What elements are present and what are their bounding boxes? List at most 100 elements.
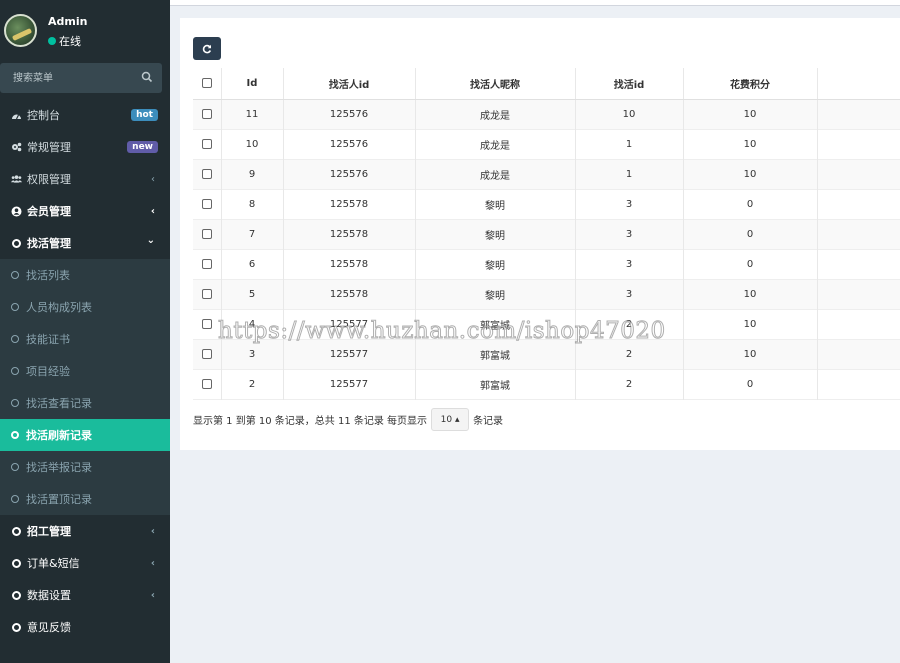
column-header-points-spent[interactable]: 花费积分 <box>683 68 818 100</box>
cell-seeker-id: 125577 <box>283 369 416 399</box>
sidebar-item-recruiting[interactable]: 招工管理 ‹ <box>0 515 170 547</box>
cell-seeker-id: 125578 <box>283 249 416 279</box>
column-header-job-id[interactable]: 找活id <box>575 68 684 100</box>
row-checkbox[interactable] <box>201 288 212 299</box>
circle-icon <box>11 495 19 503</box>
avatar[interactable] <box>4 14 37 47</box>
sidebar-item-data-settings[interactable]: 数据设置 ‹ <box>0 579 170 611</box>
submenu-item-label: 项目经验 <box>26 365 70 378</box>
row-select-cell <box>193 159 222 189</box>
cell-extra <box>817 219 900 249</box>
submenu-item-label: 找活置顶记录 <box>26 493 92 506</box>
cell-extra <box>817 249 900 279</box>
row-checkbox[interactable] <box>201 198 212 209</box>
user-name: Admin <box>48 15 88 28</box>
cell-extra <box>817 129 900 159</box>
sidebar-item-general[interactable]: 常规管理 new <box>0 131 170 163</box>
sidebar-item-label: 权限管理 <box>27 173 71 186</box>
row-checkbox[interactable] <box>201 168 212 179</box>
circle-icon <box>11 431 19 439</box>
cell-extra <box>817 99 900 129</box>
column-header-seeker-nickname[interactable]: 找活人昵称 <box>415 68 576 100</box>
row-checkbox[interactable] <box>201 108 212 119</box>
cell-seeker-nickname: 成龙是 <box>415 129 576 159</box>
sidebar-item-job-seeking[interactable]: 找活管理 ⌄ <box>0 227 170 259</box>
row-checkbox[interactable] <box>201 318 212 329</box>
table-row[interactable]: 6 125578 黎明 3 0 <box>193 249 900 279</box>
column-header-seeker-id[interactable]: 找活人id <box>283 68 416 100</box>
dashboard-icon <box>11 110 22 121</box>
table-row[interactable]: 10 125576 成龙是 1 10 <box>193 129 900 159</box>
submenu-item-report-records[interactable]: 找活举报记录 <box>0 451 170 483</box>
cell-seeker-nickname: 郭富城 <box>415 369 576 399</box>
circle-icon <box>11 367 19 375</box>
submenu-item-certificates[interactable]: 技能证书 <box>0 323 170 355</box>
row-checkbox[interactable] <box>201 228 212 239</box>
content-panel: Id 找活人id 找活人昵称 找活id 花费积分 11 125576 成龙是 10 10… <box>180 18 900 450</box>
sidebar-item-dashboard[interactable]: 控制台 hot <box>0 99 170 131</box>
submenu-item-project-experience[interactable]: 项目经验 <box>0 355 170 387</box>
cell-points-spent: 0 <box>683 189 818 219</box>
pagination-info: 显示第 1 到第 10 条记录，总共 11 条记录 每页显示 10 ▴ 条记录 <box>193 408 503 431</box>
row-checkbox[interactable] <box>201 258 212 269</box>
circle-icon <box>11 303 19 311</box>
table-row[interactable]: 8 125578 黎明 3 0 <box>193 189 900 219</box>
table-row[interactable]: 2 125577 郭富城 2 0 <box>193 369 900 399</box>
cell-seeker-nickname: 黎明 <box>415 249 576 279</box>
select-all-checkbox[interactable] <box>201 77 212 88</box>
row-checkbox[interactable] <box>201 378 212 389</box>
table-row[interactable]: 9 125576 成龙是 1 10 <box>193 159 900 189</box>
refresh-icon <box>202 44 212 53</box>
submenu-item-pin-records[interactable]: 找活置顶记录 <box>0 483 170 515</box>
sidebar-item-label: 订单&短信 <box>27 557 80 570</box>
sidebar-menu: 控制台 hot 常规管理 new 权限管理 ‹ 会员管理 ‹ 找活管理 ⌄ 找活… <box>0 99 170 643</box>
table-row[interactable]: 5 125578 黎明 3 10 <box>193 279 900 309</box>
row-select-cell <box>193 189 222 219</box>
search-icon[interactable] <box>141 71 153 83</box>
column-header-extra <box>817 68 900 100</box>
submenu-item-job-list[interactable]: 找活列表 <box>0 259 170 291</box>
cell-id: 5 <box>221 279 284 309</box>
cell-extra <box>817 309 900 339</box>
row-checkbox[interactable] <box>201 348 212 359</box>
search-input[interactable] <box>0 63 130 93</box>
row-checkbox[interactable] <box>201 138 212 149</box>
column-header-id[interactable]: Id <box>221 68 284 100</box>
cell-id: 2 <box>221 369 284 399</box>
circle-icon <box>11 271 19 279</box>
sidebar-item-members[interactable]: 会员管理 ‹ <box>0 195 170 227</box>
cogs-icon <box>11 142 22 153</box>
cell-job-id: 2 <box>575 369 684 399</box>
submenu-item-refresh-records[interactable]: 找活刷新记录 <box>0 419 170 451</box>
sidebar-item-label: 常规管理 <box>27 141 71 154</box>
refresh-button[interactable] <box>193 37 221 60</box>
cell-points-spent: 10 <box>683 279 818 309</box>
table-row[interactable]: 3 125577 郭富城 2 10 <box>193 339 900 369</box>
row-select-cell <box>193 219 222 249</box>
table-row[interactable]: 7 125578 黎明 3 0 <box>193 219 900 249</box>
sidebar-item-feedback[interactable]: 意见反馈 <box>0 611 170 643</box>
sidebar-item-label: 会员管理 <box>27 205 71 218</box>
row-select-cell <box>193 249 222 279</box>
table-row[interactable]: 11 125576 成龙是 10 10 <box>193 99 900 129</box>
cell-id: 6 <box>221 249 284 279</box>
sidebar-item-permissions[interactable]: 权限管理 ‹ <box>0 163 170 195</box>
cell-extra <box>817 159 900 189</box>
cell-id: 3 <box>221 339 284 369</box>
page-size-dropdown[interactable]: 10 ▴ <box>431 408 470 431</box>
submenu-item-label: 人员构成列表 <box>26 301 92 314</box>
submenu-item-personnel-list[interactable]: 人员构成列表 <box>0 291 170 323</box>
submenu-item-view-records[interactable]: 找活查看记录 <box>0 387 170 419</box>
sidebar-item-label: 数据设置 <box>27 589 71 602</box>
chevron-left-icon: ‹ <box>150 558 155 569</box>
table-row[interactable]: 4 125577 郭富城 2 10 <box>193 309 900 339</box>
cell-seeker-id: 125578 <box>283 219 416 249</box>
cell-id: 8 <box>221 189 284 219</box>
cell-seeker-id: 125577 <box>283 339 416 369</box>
pagination-summary: 显示第 1 到第 10 条记录，总共 11 条记录 每页显示 <box>193 416 428 427</box>
sidebar-item-orders-sms[interactable]: 订单&短信 ‹ <box>0 547 170 579</box>
cell-seeker-nickname: 成龙是 <box>415 159 576 189</box>
cell-seeker-nickname: 成龙是 <box>415 99 576 129</box>
cell-seeker-id: 125577 <box>283 309 416 339</box>
cell-seeker-id: 125576 <box>283 99 416 129</box>
